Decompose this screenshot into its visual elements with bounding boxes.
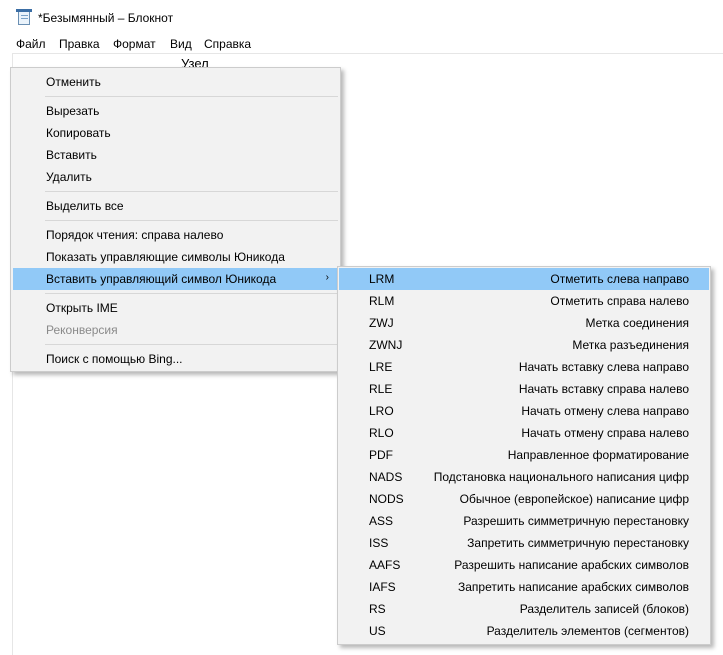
context-menu: Отменить Вырезать Копировать Вставить Уд… — [10, 67, 341, 372]
submenu-item-code: IAFS — [369, 580, 396, 594]
submenu-item-desc: Разделитель элементов (сегментов) — [486, 624, 689, 638]
menu-item-rtl-reading-order[interactable]: Порядок чтения: справа налево — [13, 224, 338, 246]
menu-item-paste[interactable]: Вставить — [13, 144, 338, 166]
submenu-item-desc: Начать отмену слева направо — [521, 404, 689, 418]
submenu-item-code: US — [369, 624, 386, 638]
menu-file[interactable]: Файл — [16, 37, 46, 51]
submenu-item-desc: Начать вставку слева направо — [518, 360, 689, 374]
submenu-item-lro[interactable]: LRO Начать отмену слева направо — [339, 400, 709, 422]
menu-item-insert-unicode-control[interactable]: Вставить управляющий символ Юникода › — [13, 268, 338, 290]
submenu-item-code: LRM — [369, 272, 395, 286]
submenu-item-desc: Подстановка национального написания цифр — [433, 470, 689, 484]
menu-format[interactable]: Формат — [113, 37, 156, 51]
menu-help[interactable]: Справка — [204, 37, 251, 51]
submenu-item-code: AAFS — [369, 558, 401, 572]
menu-view[interactable]: Вид — [170, 37, 192, 51]
menu-bar: Файл Правка Формат Вид Справка — [0, 34, 723, 53]
menu-item-search-bing[interactable]: Поиск с помощью Bing... — [13, 348, 338, 370]
submenu-item-nads[interactable]: NADS Подстановка национального написания… — [339, 466, 709, 488]
submenu-item-code: RLM — [369, 294, 395, 308]
menu-item-reconversion: Реконверсия — [13, 319, 338, 341]
menu-item-open-ime[interactable]: Открыть IME — [13, 297, 338, 319]
submenu-item-desc: Разделитель записей (блоков) — [519, 602, 689, 616]
submenu-item-zwj[interactable]: ZWJ Метка соединения — [339, 312, 709, 334]
submenu-item-desc: Начать отмену справа налево — [521, 426, 689, 440]
menu-item-label: Поиск с помощью Bing... — [46, 352, 183, 366]
submenu-item-iafs[interactable]: IAFS Запретить написание арабских символ… — [339, 576, 709, 598]
menu-item-undo[interactable]: Отменить — [13, 71, 338, 93]
submenu-item-rs[interactable]: RS Разделитель записей (блоков) — [339, 598, 709, 620]
submenu-item-desc: Обычное (европейское) написание цифр — [459, 492, 689, 506]
menu-separator — [45, 191, 338, 192]
submenu-item-nods[interactable]: NODS Обычное (европейское) написание циф… — [339, 488, 709, 510]
submenu-item-desc: Отметить слева направо — [550, 272, 689, 286]
submenu-item-desc: Метка соединения — [585, 316, 689, 330]
submenu-item-desc: Запретить симметричную перестановку — [467, 536, 689, 550]
notepad-icon — [16, 9, 32, 25]
menu-item-select-all[interactable]: Выделить все — [13, 195, 338, 217]
menu-separator — [45, 293, 338, 294]
submenu-item-code: NODS — [369, 492, 404, 506]
submenu-item-desc: Запретить написание арабских символов — [458, 580, 689, 594]
submenu-item-code: ISS — [369, 536, 389, 550]
submenu-item-code: RLO — [369, 426, 394, 440]
submenu-item-desc: Начать вставку справа налево — [518, 382, 689, 396]
menu-item-label: Копировать — [46, 126, 111, 140]
submenu-item-code: NADS — [369, 470, 403, 484]
submenu-item-code: ZWJ — [369, 316, 394, 330]
menu-item-label: Реконверсия — [46, 323, 118, 337]
submenu-item-code: PDF — [369, 448, 393, 462]
menu-item-label: Порядок чтения: справа налево — [46, 228, 224, 242]
menu-item-label: Вставить — [46, 148, 97, 162]
menu-item-label: Открыть IME — [46, 301, 118, 315]
menu-item-label: Показать управляющие символы Юникода — [46, 250, 285, 264]
menu-separator — [45, 96, 338, 97]
menu-item-cut[interactable]: Вырезать — [13, 100, 338, 122]
submenu-item-code: LRE — [369, 360, 393, 374]
menu-item-show-unicode-control[interactable]: Показать управляющие символы Юникода — [13, 246, 338, 268]
submenu-item-us[interactable]: US Разделитель элементов (сегментов) — [339, 620, 709, 642]
submenu-item-code: RS — [369, 602, 386, 616]
submenu-item-desc: Направленное форматирование — [507, 448, 689, 462]
menu-item-label: Выделить все — [46, 199, 124, 213]
chevron-right-icon: › — [325, 272, 329, 283]
menu-separator — [45, 220, 338, 221]
menu-item-copy[interactable]: Копировать — [13, 122, 338, 144]
window-title: *Безымянный – Блокнот — [38, 11, 174, 25]
title-bar: *Безымянный – Блокнот — [0, 0, 723, 34]
menu-item-label: Вставить управляющий символ Юникода — [46, 272, 277, 286]
menu-item-label: Вырезать — [46, 104, 100, 118]
submenu-item-desc: Разрешить написание арабских символов — [454, 558, 689, 572]
submenu-item-pdf[interactable]: PDF Направленное форматирование — [339, 444, 709, 466]
submenu-item-aafs[interactable]: AAFS Разрешить написание арабских символ… — [339, 554, 709, 576]
menu-edit[interactable]: Правка — [59, 37, 100, 51]
submenu-item-code: LRO — [369, 404, 394, 418]
menu-item-label: Отменить — [46, 75, 101, 89]
submenu-item-code: ASS — [369, 514, 394, 528]
submenu-item-code: RLE — [369, 382, 393, 396]
submenu-item-lrm[interactable]: LRM Отметить слева направо — [339, 268, 709, 290]
menu-item-delete[interactable]: Удалить — [13, 166, 338, 188]
submenu-item-rle[interactable]: RLE Начать вставку справа налево — [339, 378, 709, 400]
submenu-item-desc: Разрешить симметричную перестановку — [463, 514, 689, 528]
menu-separator — [45, 344, 338, 345]
submenu-item-rlo[interactable]: RLO Начать отмену справа налево — [339, 422, 709, 444]
submenu-item-iss[interactable]: ISS Запретить симметричную перестановку — [339, 532, 709, 554]
unicode-control-submenu: LRM Отметить слева направо RLM Отметить … — [337, 266, 711, 645]
submenu-item-rlm[interactable]: RLM Отметить справа налево — [339, 290, 709, 312]
submenu-item-desc: Отметить справа налево — [550, 294, 689, 308]
menu-item-label: Удалить — [46, 170, 92, 184]
submenu-item-zwnj[interactable]: ZWNJ Метка разъединения — [339, 334, 709, 356]
submenu-item-code: ZWNJ — [369, 338, 403, 352]
submenu-item-ass[interactable]: ASS Разрешить симметричную перестановку — [339, 510, 709, 532]
submenu-item-lre[interactable]: LRE Начать вставку слева направо — [339, 356, 709, 378]
submenu-item-desc: Метка разъединения — [572, 338, 689, 352]
